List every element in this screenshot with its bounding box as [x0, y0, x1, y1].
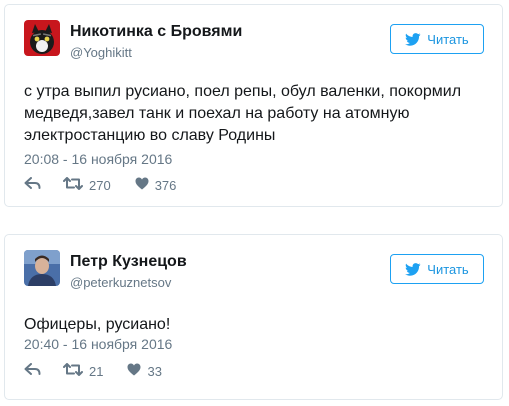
like-button[interactable]: 33 — [127, 363, 162, 379]
retweet-button[interactable]: 270 — [63, 177, 111, 193]
follow-button[interactable]: Читать — [390, 24, 484, 54]
tweet-timestamp[interactable]: 20:40 - 16 ноября 2016 — [24, 336, 172, 352]
retweet-count: 270 — [89, 177, 111, 193]
retweet-icon — [63, 363, 83, 379]
avatar[interactable] — [24, 250, 60, 286]
tweet-text: Офицеры, русиано! — [24, 316, 171, 333]
reply-button[interactable] — [24, 363, 41, 379]
follow-button-label: Читать — [427, 31, 469, 47]
tweet-text: с утра выпил русиано, поел репы, обул ва… — [24, 83, 462, 144]
author-handle[interactable]: @Yoghikitt — [70, 45, 132, 60]
twitter-bird-icon — [405, 32, 421, 46]
like-button[interactable]: 376 — [135, 177, 177, 193]
tweet-card: Петр Кузнецов @peterkuznetsov Читать Офи… — [4, 234, 503, 400]
tweet-actions: 270 376 — [24, 177, 176, 193]
like-count: 376 — [154, 177, 177, 193]
retweet-button[interactable]: 21 — [63, 363, 103, 379]
twitter-bird-icon — [405, 262, 421, 276]
author-name[interactable]: Петр Кузнецов — [70, 253, 187, 271]
reply-icon — [24, 363, 41, 379]
author-handle[interactable]: @peterkuznetsov — [70, 275, 171, 290]
tweet-card: Никотинка с Бровями @Yoghikitt Читать с … — [4, 4, 503, 207]
retweet-icon — [63, 177, 83, 193]
reply-icon — [24, 177, 41, 193]
heart-icon — [127, 363, 141, 379]
follow-button-label: Читать — [427, 261, 469, 277]
retweet-count: 21 — [89, 363, 104, 379]
author-name[interactable]: Никотинка с Бровями — [70, 23, 242, 41]
follow-button[interactable]: Читать — [390, 254, 484, 284]
avatar[interactable] — [24, 20, 60, 56]
tweet-actions: 21 33 — [24, 363, 162, 379]
like-count: 33 — [147, 363, 162, 379]
reply-button[interactable] — [24, 177, 41, 193]
tweet-timestamp[interactable]: 20:08 - 16 ноября 2016 — [24, 151, 172, 167]
heart-icon — [135, 177, 149, 193]
